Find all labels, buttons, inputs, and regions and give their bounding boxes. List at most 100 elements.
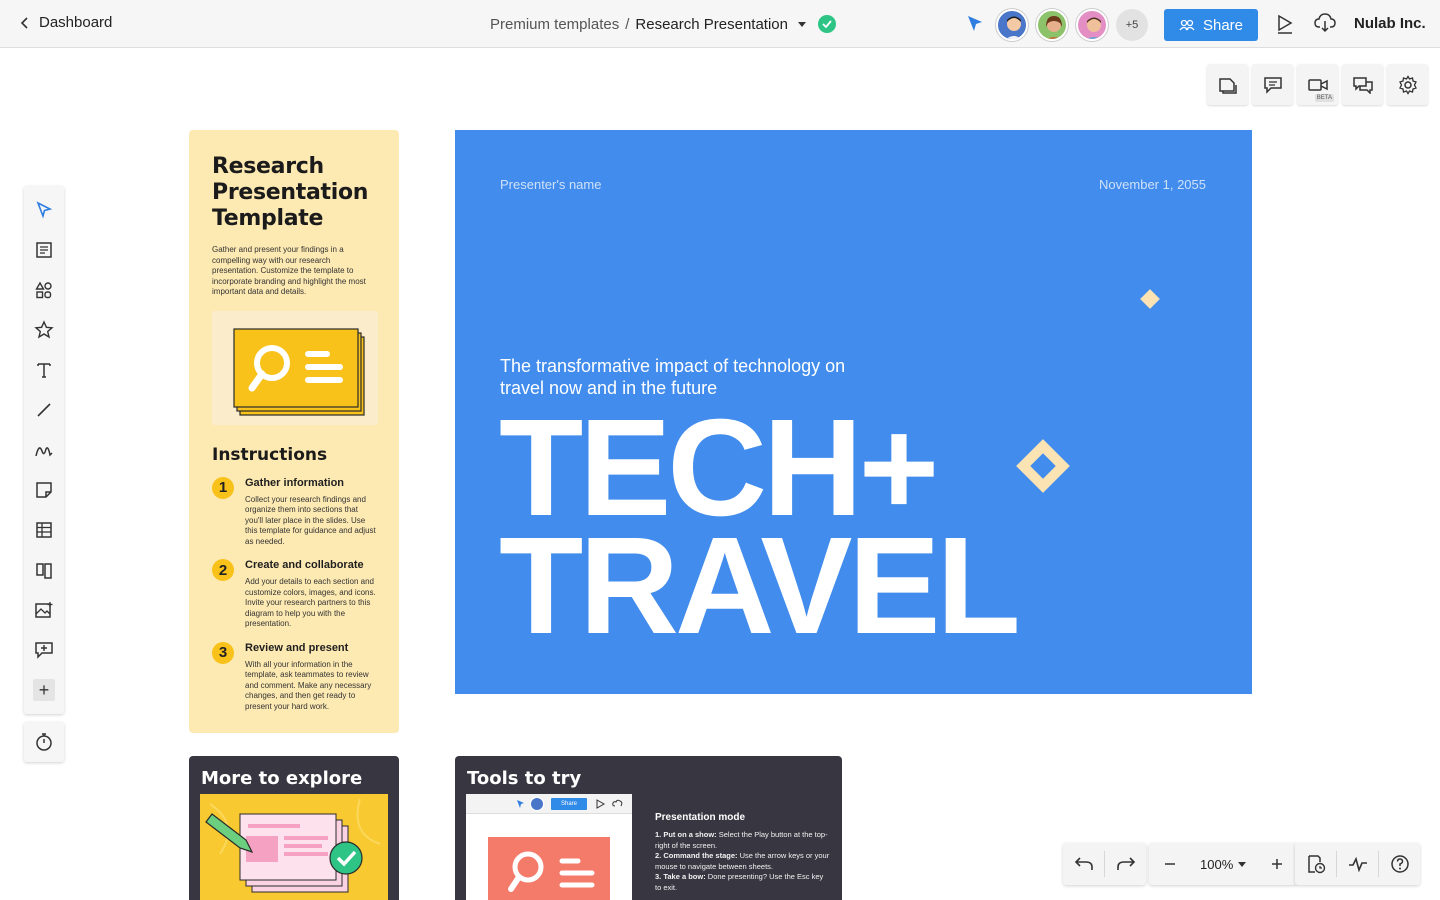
pointer-cursor-icon[interactable] bbox=[966, 14, 984, 34]
instructions-heading: Instructions bbox=[212, 444, 328, 465]
small-diamond-shape[interactable] bbox=[1140, 289, 1160, 309]
timer-button[interactable] bbox=[24, 722, 64, 762]
share-button[interactable]: Share bbox=[1164, 9, 1258, 41]
template-info-card[interactable]: Research Presentation Template Gather an… bbox=[189, 130, 399, 733]
pages-button[interactable] bbox=[1207, 64, 1248, 105]
zoom-in-button[interactable] bbox=[1256, 843, 1297, 885]
text-tool[interactable] bbox=[24, 350, 64, 390]
step-title: Create and collaborate bbox=[245, 559, 364, 571]
redo-button[interactable] bbox=[1105, 843, 1146, 885]
gear-icon bbox=[1398, 74, 1417, 95]
cloud-download-icon[interactable] bbox=[1314, 13, 1336, 33]
instruction-step: 2 Create and collaborate Add your detail… bbox=[212, 559, 377, 630]
tip-item: 2. Command the stage: Use the arrow keys… bbox=[655, 851, 830, 871]
share-label: Share bbox=[1202, 16, 1244, 34]
chevron-down-icon[interactable] bbox=[797, 21, 806, 27]
back-label: Dashboard bbox=[39, 14, 113, 31]
collaborator-avatar-1[interactable] bbox=[996, 9, 1028, 41]
presentation-date[interactable]: November 1, 2055 bbox=[1099, 177, 1206, 192]
undo-button[interactable] bbox=[1063, 843, 1104, 885]
mini-search-icon bbox=[508, 851, 595, 892]
step-number: 1 bbox=[212, 476, 234, 499]
chat-bubbles-icon bbox=[1352, 76, 1373, 94]
step-text: Add your details to each section and cus… bbox=[245, 577, 376, 628]
chevron-left-icon bbox=[20, 16, 28, 29]
headline-line-2[interactable]: TRAVEL bbox=[499, 517, 1021, 655]
step-text: With all your information in the templat… bbox=[245, 659, 372, 711]
pages-icon bbox=[1218, 77, 1237, 94]
freehand-icon bbox=[35, 447, 53, 457]
template-title: Research Presentation Template bbox=[212, 154, 369, 231]
right-toolbar: BETA bbox=[1207, 64, 1428, 105]
more-collaborators-badge[interactable]: +5 bbox=[1116, 9, 1148, 41]
presentation-mode-heading: Presentation mode bbox=[655, 812, 746, 823]
mini-slide-preview bbox=[488, 837, 610, 900]
document-title[interactable]: Research Presentation bbox=[635, 16, 788, 33]
zoom-out-button[interactable] bbox=[1149, 843, 1190, 885]
step-title: Review and present bbox=[245, 641, 349, 654]
frames-tool[interactable] bbox=[24, 550, 64, 590]
settings-button[interactable] bbox=[1387, 64, 1428, 105]
undo-icon bbox=[1074, 857, 1093, 870]
more-tools-button[interactable]: + bbox=[24, 670, 64, 710]
table-tool[interactable] bbox=[24, 510, 64, 550]
presentation-mode-text: Presentation mode 1. Put on a show: Sele… bbox=[655, 812, 830, 893]
breadcrumb-parent[interactable]: Premium templates bbox=[490, 16, 619, 33]
comments-button[interactable] bbox=[1252, 64, 1293, 105]
embed-tool[interactable] bbox=[24, 630, 64, 670]
presenter-name[interactable]: Presenter's name bbox=[500, 177, 601, 192]
zoom-level-dropdown[interactable]: 100% bbox=[1190, 857, 1256, 872]
mini-cloud-icon bbox=[612, 799, 623, 807]
minus-icon bbox=[1164, 863, 1175, 865]
tools-title: Tools to try bbox=[467, 768, 582, 789]
left-toolbar: + bbox=[24, 186, 64, 714]
history-controls bbox=[1063, 843, 1146, 885]
redo-icon bbox=[1116, 857, 1135, 870]
instruction-step: 3 Review and present With all your infor… bbox=[212, 641, 377, 713]
play-icon[interactable] bbox=[1276, 14, 1294, 34]
help-button[interactable] bbox=[1379, 843, 1420, 885]
saved-check-icon bbox=[817, 15, 836, 33]
title-slide[interactable]: Presenter's name November 1, 2055 The tr… bbox=[455, 130, 1252, 694]
step-text: Collect your research findings and organ… bbox=[245, 494, 376, 546]
more-to-explore-card[interactable]: More to explore bbox=[189, 756, 399, 900]
organization-name[interactable]: Nulab Inc. bbox=[1354, 15, 1426, 32]
template-tool[interactable] bbox=[24, 230, 64, 270]
select-tool[interactable] bbox=[24, 190, 64, 230]
template-description: Gather and present your findings in a co… bbox=[212, 245, 366, 296]
template-illustration bbox=[212, 310, 378, 425]
line-tool[interactable] bbox=[24, 390, 64, 430]
document-icon bbox=[36, 242, 52, 258]
shapes-icon bbox=[35, 281, 52, 299]
star-icon bbox=[34, 320, 54, 339]
chat-button[interactable] bbox=[1342, 64, 1383, 105]
mini-avatar bbox=[530, 797, 544, 811]
video-call-button[interactable]: BETA bbox=[1297, 64, 1338, 105]
comment-icon bbox=[1263, 76, 1282, 94]
history-document-icon bbox=[1307, 855, 1325, 874]
view-controls bbox=[1295, 843, 1420, 885]
cursor-arrow-icon bbox=[36, 201, 53, 219]
zoom-controls: 100% bbox=[1149, 843, 1298, 885]
back-to-dashboard-link[interactable]: Dashboard bbox=[20, 14, 112, 31]
line-icon bbox=[37, 403, 51, 417]
shapes-tool[interactable] bbox=[24, 270, 64, 310]
sticky-note-tool[interactable] bbox=[24, 470, 64, 510]
table-icon bbox=[36, 522, 52, 538]
collaborator-avatar-3[interactable] bbox=[1076, 9, 1108, 41]
people-icon bbox=[1179, 19, 1195, 31]
breadcrumb: Premium templates / Research Presentatio… bbox=[490, 15, 836, 33]
video-camera-icon bbox=[1307, 78, 1328, 91]
columns-icon bbox=[36, 563, 52, 579]
activity-button[interactable] bbox=[1337, 843, 1378, 885]
collaborator-avatar-2[interactable] bbox=[1036, 9, 1068, 41]
presentation-mode-screenshot: Share bbox=[466, 794, 632, 900]
image-tool[interactable] bbox=[24, 590, 64, 630]
revision-history-button[interactable] bbox=[1295, 843, 1336, 885]
pen-tool[interactable] bbox=[24, 430, 64, 470]
tip-item: 3. Take a bow: Done presenting? Use the … bbox=[655, 872, 824, 892]
top-bar: Dashboard Premium templates / Research P… bbox=[0, 0, 1440, 48]
tools-to-try-card[interactable]: Tools to try Share Presentation mode 1. … bbox=[455, 756, 842, 900]
icons-tool[interactable] bbox=[24, 310, 64, 350]
large-diamond-outline-shape[interactable] bbox=[1016, 439, 1070, 493]
